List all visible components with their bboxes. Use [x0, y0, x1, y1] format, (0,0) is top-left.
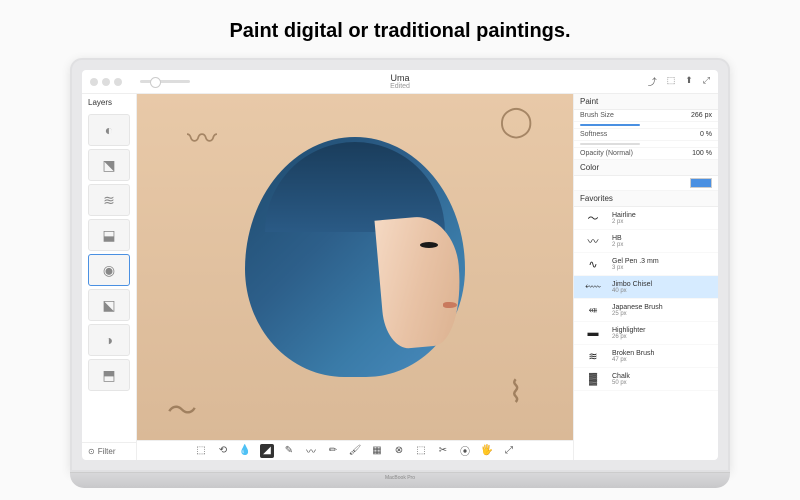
brush-name: Jimbo Chisel [612, 281, 652, 288]
brush-size-label: 47 px [612, 357, 654, 363]
brush-preview-icon: ▓ [580, 372, 606, 386]
marketing-headline: Paint digital or traditional paintings. [0, 0, 800, 58]
layers-panel: Layers ◐⬔≋⬓◉⬕◑⬒ ⊙ Filter [82, 94, 137, 460]
brush-item[interactable]: ⬵ Japanese Brush25 px [574, 299, 718, 322]
app-window: Uma Edited ⤴⬚⬆⤢ Layers ◐⬔≋⬓◉⬕◑⬒ ⊙ Filter [82, 70, 718, 460]
layers-header: Layers [82, 94, 136, 111]
layer-thumb[interactable]: ⬒ [88, 359, 130, 391]
brush-item[interactable]: 〜 Hairline2 px [574, 207, 718, 230]
laptop-base: MacBook Pro [70, 472, 730, 488]
brush-item[interactable]: ∿ Gel Pen .3 mm3 px [574, 253, 718, 276]
brush-item[interactable]: ≋ Broken Brush47 px [574, 345, 718, 368]
brush-preview-icon: ∿ [580, 257, 606, 271]
filter-icon: ⊙ [88, 447, 95, 456]
laptop-frame: Uma Edited ⤴⬚⬆⤢ Layers ◐⬔≋⬓◉⬕◑⬒ ⊙ Filter [70, 58, 730, 488]
tool-button[interactable]: 🖌 [348, 444, 362, 458]
tool-button[interactable]: ⟲ [216, 444, 230, 458]
tool-button[interactable]: ✂ [436, 444, 450, 458]
brush-size-bar[interactable] [580, 124, 640, 126]
titlebar: Uma Edited ⤴ ⬚ ⬆ ⤢ [82, 70, 718, 94]
layer-thumb[interactable]: ⬕ [88, 289, 130, 321]
stroke-decoration: 〰 [187, 114, 217, 158]
layers-list: ◐⬔≋⬓◉⬕◑⬒ [82, 111, 136, 442]
layer-thumb[interactable]: ◑ [88, 324, 130, 356]
window-controls[interactable] [90, 78, 122, 86]
brush-size-label: 2 px [612, 242, 623, 248]
bottom-toolbar: ⬚ ⟲ 💧 ◢ ✎ 〰 ✏ 🖌 ▦ ⊗ ⬚ ✂ ⦿ 🖐 ⤢ [137, 440, 573, 460]
brush-preview-icon: 〜 [580, 211, 606, 225]
brush-name: Broken Brush [612, 350, 654, 357]
brush-preview-icon: ⬳ [580, 280, 606, 294]
brush-name: Chalk [612, 373, 630, 380]
softness-row[interactable]: Softness 0 % [574, 129, 718, 141]
brush-size-label: 26 px [612, 334, 645, 340]
color-header: Color [574, 160, 718, 176]
brush-item[interactable]: ▓ Chalk50 px [574, 368, 718, 391]
artwork-portrait [225, 127, 485, 427]
titlebar-icon[interactable]: ⬆ [685, 75, 693, 88]
titlebar-actions: ⤴ ⬚ ⬆ ⤢ [648, 75, 710, 88]
tool-button[interactable]: ▦ [370, 444, 384, 458]
brush-name: HB [612, 235, 623, 242]
stroke-decoration: 〜 [167, 386, 197, 430]
paint-header: Paint [574, 94, 718, 110]
color-swatch[interactable] [690, 178, 712, 188]
tool-button[interactable]: ⬚ [414, 444, 428, 458]
tool-button[interactable]: ◢ [260, 444, 274, 458]
tool-button[interactable]: ⬚ [194, 444, 208, 458]
brush-size-row[interactable]: Brush Size 266 px [574, 110, 718, 122]
softness-bar[interactable] [580, 143, 640, 145]
zoom-slider[interactable] [140, 80, 190, 83]
layer-thumb[interactable]: ≋ [88, 184, 130, 216]
canvas[interactable]: 〰 ◯ 〜 ⌇ [137, 94, 573, 460]
brush-size-label: 50 px [612, 380, 630, 386]
brush-name: Gel Pen .3 mm [612, 258, 659, 265]
brush-preview-icon: ≋ [580, 349, 606, 363]
document-title: Uma Edited [390, 73, 410, 90]
brush-item[interactable]: ▬ Highlighter26 px [574, 322, 718, 345]
titlebar-icon[interactable]: ⬚ [667, 75, 676, 88]
brush-size-label: 25 px [612, 311, 663, 317]
layer-thumb[interactable]: ◉ [88, 254, 130, 286]
brush-preview-icon: ⬵ [580, 303, 606, 317]
layer-thumb[interactable]: ⬔ [88, 149, 130, 181]
tool-button[interactable]: ⤢ [502, 444, 516, 458]
brush-size-label: 2 px [612, 219, 636, 225]
favorites-header: Favorites [574, 191, 718, 207]
brush-item[interactable]: 〰 HB2 px [574, 230, 718, 253]
brush-name: Highlighter [612, 327, 645, 334]
brush-size-label: 40 px [612, 288, 652, 294]
brush-item[interactable]: ⬳ Jimbo Chisel40 px [574, 276, 718, 299]
screen-bezel: Uma Edited ⤴⬚⬆⤢ Layers ◐⬔≋⬓◉⬕◑⬒ ⊙ Filter [70, 58, 730, 472]
tool-button[interactable]: ⊗ [392, 444, 406, 458]
tool-button[interactable]: ✏ [326, 444, 340, 458]
brush-name: Hairline [612, 212, 636, 219]
layer-thumb[interactable]: ⬓ [88, 219, 130, 251]
titlebar-icon[interactable]: ⤢ [703, 75, 710, 88]
stroke-decoration: ◯ [499, 104, 533, 139]
stroke-decoration: ⌇ [508, 375, 523, 410]
tool-button[interactable]: 🖐 [480, 444, 494, 458]
tool-button[interactable]: ⦿ [458, 444, 472, 458]
brush-size-label: 3 px [612, 265, 659, 271]
brush-name: Japanese Brush [612, 304, 663, 311]
brush-list: 〜Hairline2 px〰HB2 px∿Gel Pen .3 mm3 px⬳J… [574, 207, 718, 460]
tool-button[interactable]: 〰 [304, 444, 318, 458]
color-row[interactable] [574, 176, 718, 191]
brush-preview-icon: 〰 [580, 234, 606, 248]
titlebar-icon[interactable]: ⤴ [648, 75, 657, 88]
inspector-panel: Paint Brush Size 266 px Softness 0 % Opa… [573, 94, 718, 460]
opacity-row[interactable]: Opacity (Normal) 100 % [574, 148, 718, 160]
tool-button[interactable]: ✎ [282, 444, 296, 458]
layers-filter[interactable]: ⊙ Filter [82, 442, 136, 460]
brush-preview-icon: ▬ [580, 326, 606, 340]
tool-button[interactable]: 💧 [238, 444, 252, 458]
layer-thumb[interactable]: ◐ [88, 114, 130, 146]
